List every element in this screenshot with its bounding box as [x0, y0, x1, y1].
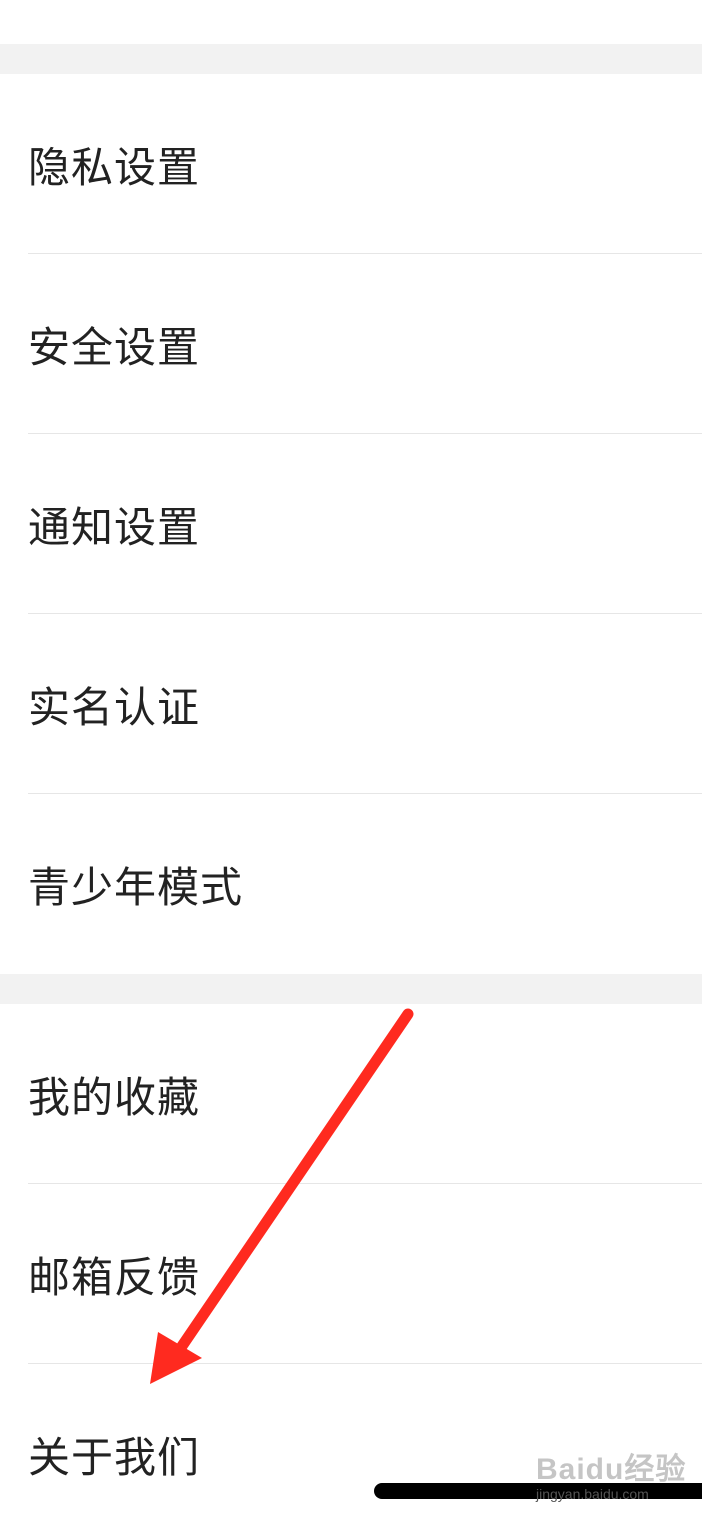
menu-item-youth-mode[interactable]: 青少年模式	[0, 794, 702, 974]
menu-item-my-favorites[interactable]: 我的收藏	[0, 1004, 702, 1184]
top-strip	[0, 0, 702, 44]
menu-item-security-settings[interactable]: 安全设置	[0, 254, 702, 434]
watermark-logo: Baidu经验	[536, 1453, 687, 1486]
settings-page: 隐私设置 安全设置 通知设置 实名认证 青少年模式 我的收藏 邮箱反馈 关于我们	[0, 0, 702, 1519]
menu-item-label: 隐私设置	[28, 142, 201, 192]
section-gap-2	[0, 974, 702, 1004]
settings-group-account: 隐私设置 安全设置 通知设置 实名认证 青少年模式	[0, 74, 702, 974]
menu-item-label: 实名认证	[28, 682, 201, 732]
menu-item-label: 关于我们	[28, 1432, 201, 1482]
menu-item-notification-settings[interactable]: 通知设置	[0, 434, 702, 614]
menu-item-label: 我的收藏	[28, 1072, 201, 1122]
section-gap-1	[0, 44, 702, 74]
watermark-domain: jingyan.baidu.com	[536, 1486, 649, 1502]
menu-item-label: 安全设置	[28, 322, 201, 372]
settings-group-more: 我的收藏 邮箱反馈 关于我们	[0, 1004, 702, 1519]
menu-item-label: 通知设置	[28, 502, 201, 552]
menu-item-privacy-settings[interactable]: 隐私设置	[0, 74, 702, 254]
menu-item-label: 青少年模式	[28, 862, 244, 912]
menu-item-real-name-verification[interactable]: 实名认证	[0, 614, 702, 794]
menu-item-email-feedback[interactable]: 邮箱反馈	[0, 1184, 702, 1364]
baidu-jingyan-watermark: Baidu经验 jingyan.baidu.com	[536, 1444, 696, 1514]
menu-item-label: 邮箱反馈	[28, 1252, 201, 1302]
